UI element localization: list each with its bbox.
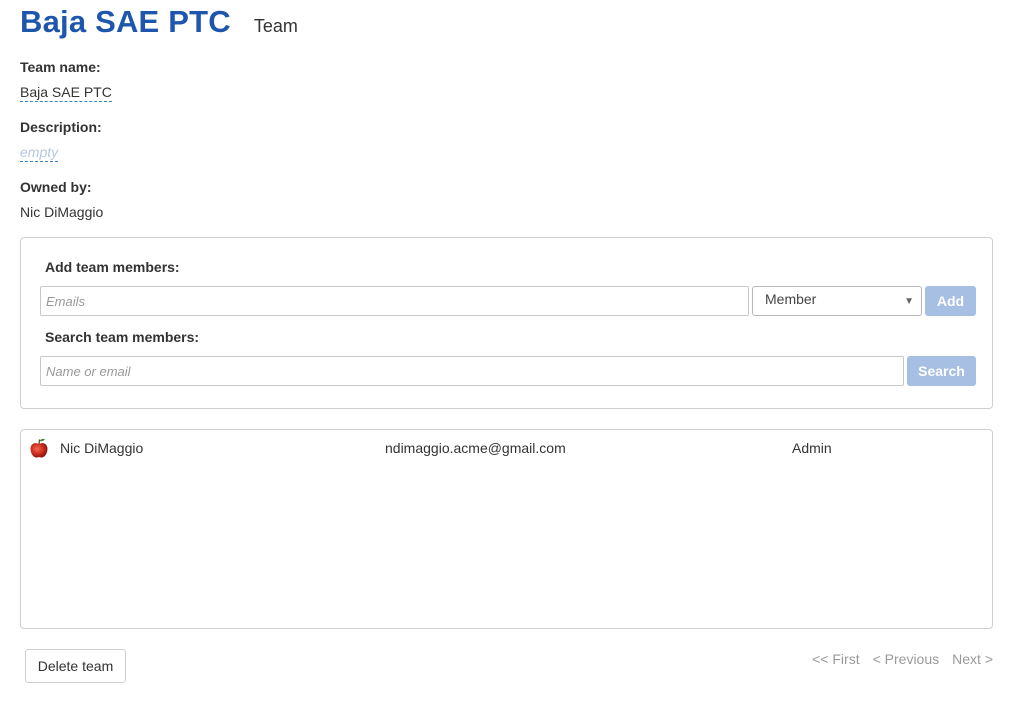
- team-name-label: Team name:: [20, 59, 101, 75]
- pagination-previous[interactable]: < Previous: [873, 651, 940, 667]
- emails-input[interactable]: [40, 286, 749, 316]
- member-name: Nic DiMaggio: [60, 440, 144, 456]
- owned-by-value: Nic DiMaggio: [20, 204, 104, 220]
- add-members-label: Add team members:: [45, 259, 180, 275]
- page-title: Baja SAE PTC: [20, 4, 231, 39]
- member-role[interactable]: Admin: [792, 440, 832, 456]
- page-subtitle: Team: [253, 16, 298, 36]
- pagination: << First < Previous Next >: [812, 651, 993, 667]
- team-name-value[interactable]: Baja SAE PTC: [20, 84, 112, 102]
- search-members-input[interactable]: [40, 356, 904, 386]
- team-name-field[interactable]: Baja SAE PTC: [20, 84, 112, 102]
- member-management-panel: Add team members: Member ▼ Add Search te…: [20, 237, 993, 409]
- delete-team-button[interactable]: Delete team: [25, 649, 126, 683]
- pagination-next[interactable]: Next >: [952, 651, 993, 667]
- description-field[interactable]: empty: [20, 144, 59, 162]
- role-select[interactable]: Member ▼: [752, 286, 922, 316]
- role-select-value: Member: [765, 291, 817, 307]
- description-label: Description:: [20, 119, 102, 135]
- team-page: Baja SAE PTC Team Team name: Baja SAE PT…: [0, 0, 1012, 704]
- pagination-first[interactable]: << First: [812, 651, 859, 667]
- member-row[interactable]: Nic DiMaggio ndimaggio.acme@gmail.com Ad…: [21, 436, 992, 460]
- apple-avatar-icon: [29, 437, 49, 459]
- add-button[interactable]: Add: [925, 286, 976, 316]
- page-header: Baja SAE PTC Team: [20, 4, 298, 40]
- chevron-down-icon: ▼: [904, 296, 914, 307]
- search-members-label: Search team members:: [45, 329, 200, 345]
- members-list: Nic DiMaggio ndimaggio.acme@gmail.com Ad…: [20, 429, 993, 629]
- search-button[interactable]: Search: [907, 356, 976, 386]
- owned-by-label: Owned by:: [20, 179, 92, 195]
- description-value[interactable]: empty: [20, 144, 59, 162]
- member-email: ndimaggio.acme@gmail.com: [385, 440, 566, 456]
